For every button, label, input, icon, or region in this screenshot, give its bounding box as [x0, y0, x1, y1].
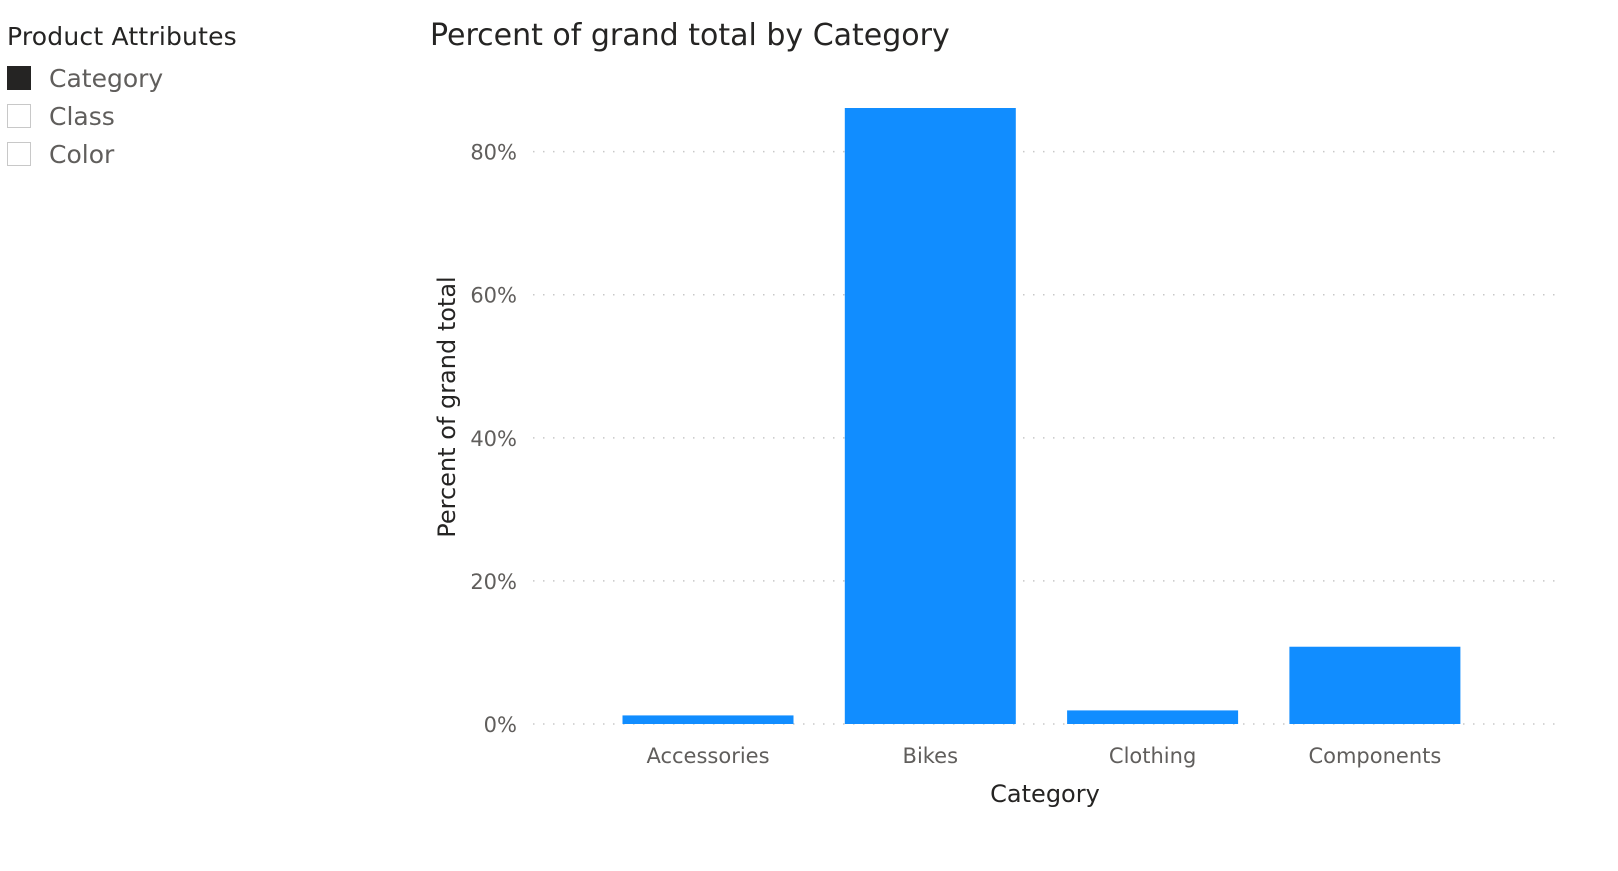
y-tick-label: 0%: [484, 713, 517, 737]
x-tick-labels: Accessories Bikes Clothing Components: [646, 744, 1441, 768]
bar-components[interactable]: [1289, 646, 1461, 724]
gridlines: [533, 150, 1556, 725]
y-tick-label: 80%: [470, 141, 517, 165]
chart-title: Percent of grand total by Category: [430, 18, 950, 53]
x-tick-label: Clothing: [1109, 744, 1196, 768]
bar-accessories[interactable]: [622, 715, 794, 724]
bars: [622, 108, 1461, 724]
x-tick-label: Accessories: [646, 744, 769, 768]
bar-bikes[interactable]: [844, 108, 1016, 724]
x-tick-label: Bikes: [903, 744, 959, 768]
bar-clothing[interactable]: [1067, 710, 1239, 724]
x-axis-title: Category: [990, 780, 1100, 808]
y-tick-label: 20%: [470, 570, 517, 594]
bar-chart: Percent of grand total by Category 0% 20%…: [430, 18, 1556, 808]
x-tick-label: Components: [1308, 744, 1441, 768]
y-axis-title: Percent of grand total: [433, 276, 461, 537]
y-tick-labels: 0% 20% 40% 60% 80%: [470, 141, 517, 737]
y-tick-label: 60%: [470, 284, 517, 308]
y-tick-label: 40%: [470, 427, 517, 451]
